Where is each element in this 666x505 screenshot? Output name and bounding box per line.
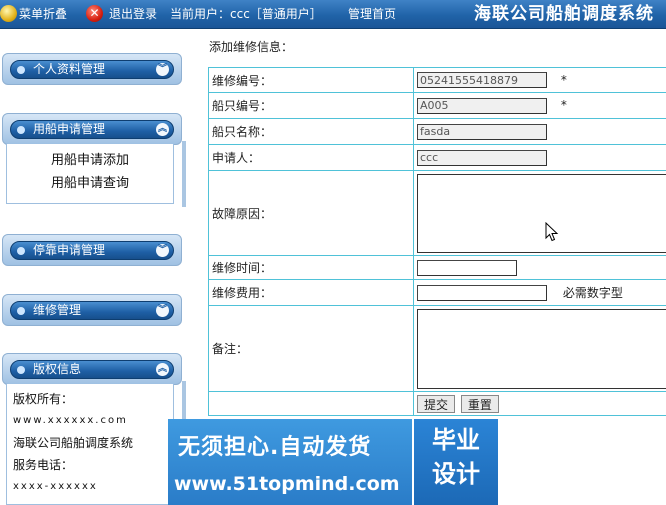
- panel-title: 停靠申请管理: [33, 243, 106, 257]
- panel-title: 用船申请管理: [33, 122, 106, 136]
- panel-title: 版权信息: [33, 362, 82, 376]
- repair-time-input[interactable]: [417, 259, 517, 276]
- sidebar-item-add-application[interactable]: 用船申请添加: [7, 149, 173, 172]
- sidebar-panel-copyright[interactable]: 版权信息 ︽: [2, 353, 182, 385]
- copyright-owner-label: 版权所有：: [13, 392, 74, 406]
- logout-link[interactable]: 退出登录: [109, 0, 157, 28]
- copyright-phone-label: 服务电话：: [13, 458, 74, 472]
- copyright-info: 版权所有： www.xxxxxx.com 海联公司船舶调度系统 服务电话： xx…: [6, 384, 174, 505]
- mouse-pointer-icon: [545, 222, 559, 242]
- required-mark: *: [560, 98, 567, 112]
- chevron-down-icon[interactable]: ︾: [156, 244, 169, 257]
- system-title: 海联公司船舶调度系统: [474, 4, 654, 24]
- chevron-down-icon[interactable]: ︾: [156, 304, 169, 317]
- form-row: 维修费用： 必需数字型: [208, 279, 666, 306]
- field-label: 备注：: [208, 305, 414, 392]
- ship-application-menu: 用船申请添加 用船申请查询: [6, 144, 174, 204]
- sidebar-panel-repair[interactable]: 维修管理 ︾: [2, 294, 182, 326]
- sidebar-panel-personal[interactable]: 个人资料管理 ︾: [2, 53, 182, 85]
- copyright-website: www.xxxxxx.com: [13, 415, 128, 426]
- numeric-hint: 必需数字型: [562, 285, 623, 300]
- repair-form: 维修编号： * 船只编号： * 船只名称： 申请人： 故: [208, 67, 666, 416]
- chevron-up-icon[interactable]: ︽: [156, 123, 169, 136]
- banner-badge: 毕业 设计: [414, 419, 498, 505]
- sidebar: 个人资料管理 ︾ 用船申请管理 ︽ 用船申请添加 用船申请查询 停靠申请管理 ︾…: [0, 29, 186, 505]
- reset-button[interactable]: 重置: [460, 394, 499, 413]
- applicant-input[interactable]: [417, 149, 547, 166]
- submit-button[interactable]: 提交: [417, 394, 456, 413]
- sidebar-item-query-application[interactable]: 用船申请查询: [7, 172, 173, 195]
- field-label: 维修费用：: [208, 279, 414, 306]
- admin-home-link[interactable]: 管理首页: [348, 0, 396, 28]
- ship-no-input[interactable]: [417, 97, 547, 114]
- required-mark: *: [560, 72, 567, 87]
- field-label: 维修时间：: [208, 255, 414, 280]
- form-row: 备注：: [208, 305, 666, 392]
- menu-fold-icon[interactable]: [0, 5, 17, 22]
- form-row: 故障原因：: [208, 170, 666, 256]
- form-row: 维修时间：: [208, 255, 666, 280]
- banner-url: www.51topmind.com: [174, 473, 400, 495]
- bullet-icon: [17, 247, 25, 255]
- menu-fold-link[interactable]: 菜单折叠: [19, 0, 67, 28]
- bullet-icon: [17, 66, 25, 74]
- field-label: 故障原因：: [208, 170, 414, 256]
- ad-banner[interactable]: 无须担心.自动发货 www.51topmind.com 毕业 设计: [168, 419, 498, 505]
- form-row: 提交 重置: [208, 391, 666, 416]
- chevron-up-icon[interactable]: ︽: [156, 363, 169, 376]
- form-row: 申请人：: [208, 144, 666, 171]
- sidebar-panel-ship-application[interactable]: 用船申请管理 ︽: [2, 113, 182, 145]
- panel-title: 维修管理: [33, 303, 82, 317]
- field-label: 船只名称：: [208, 118, 414, 145]
- form-row: 船只编号： *: [208, 92, 666, 119]
- badge-line2: 设计: [432, 460, 480, 488]
- sidebar-panel-berth-application[interactable]: 停靠申请管理 ︾: [2, 234, 182, 266]
- top-bar: 菜单折叠 ✕ 退出登录 当前用户：ccc［普通用户］ 管理首页 海联公司船舶调度…: [0, 0, 666, 29]
- bullet-icon: [17, 366, 25, 374]
- form-heading: 添加维修信息：: [209, 40, 294, 54]
- banner-slogan: 无须担心.自动发货: [178, 435, 372, 460]
- fault-reason-textarea[interactable]: [417, 173, 666, 253]
- sidebar-scrollbar[interactable]: [182, 141, 186, 207]
- form-row: 船只名称：: [208, 118, 666, 145]
- bullet-icon: [17, 126, 25, 134]
- ship-name-input[interactable]: [417, 123, 547, 140]
- field-label: 申请人：: [208, 144, 414, 171]
- copyright-phone: xxxx-xxxxxx: [13, 481, 98, 492]
- field-label: 船只编号：: [208, 92, 414, 119]
- current-user-text: 当前用户：ccc［普通用户］: [170, 7, 322, 21]
- remark-textarea[interactable]: [417, 308, 666, 389]
- copyright-company: 海联公司船舶调度系统: [13, 436, 134, 450]
- form-row: 维修编号： *: [208, 67, 666, 93]
- repair-cost-input[interactable]: [417, 285, 547, 302]
- badge-line1: 毕业: [432, 426, 480, 454]
- panel-title: 个人资料管理: [33, 62, 106, 76]
- bullet-icon: [17, 307, 25, 315]
- field-label: 维修编号：: [208, 67, 414, 93]
- logout-x-icon[interactable]: ✕: [86, 5, 103, 22]
- repair-no-input[interactable]: [417, 72, 547, 88]
- chevron-down-icon[interactable]: ︾: [156, 63, 169, 76]
